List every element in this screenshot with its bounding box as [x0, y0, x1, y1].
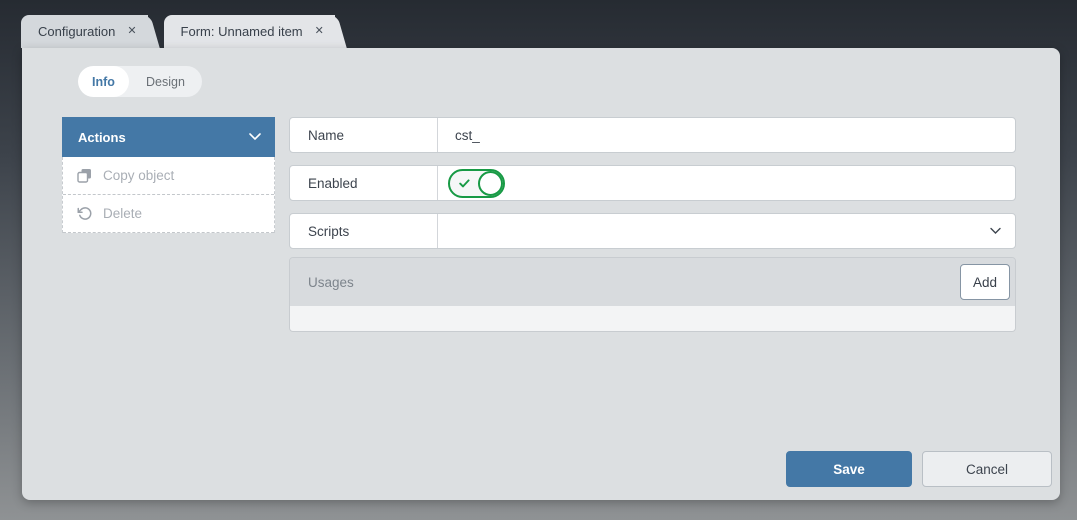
enabled-toggle[interactable]: [448, 169, 505, 198]
enabled-field-label: Enabled: [290, 166, 438, 200]
app-background: Configuration ✕ Form: Unnamed item ✕ Inf…: [0, 0, 1077, 520]
info-design-switch: Info Design: [78, 66, 202, 97]
actions-items: Copy object Delete: [62, 157, 275, 233]
tab-bar: Configuration ✕ Form: Unnamed item ✕: [21, 15, 335, 48]
actions-menu: Actions Copy object: [62, 117, 275, 233]
tab-form-unnamed-item[interactable]: Form: Unnamed item ✕: [164, 15, 335, 48]
actions-label: Actions: [78, 130, 126, 145]
name-field-row: Name: [289, 117, 1016, 153]
add-usage-button[interactable]: Add: [960, 264, 1010, 300]
name-field-label: Name: [290, 118, 438, 152]
close-icon[interactable]: ✕: [312, 24, 327, 39]
tab-configuration[interactable]: Configuration ✕: [21, 15, 148, 48]
check-icon: [459, 179, 470, 188]
name-field-value: [438, 118, 1015, 152]
tab-info-label: Info: [92, 75, 115, 89]
scripts-select[interactable]: [438, 214, 1015, 248]
chevron-down-icon: [990, 228, 1001, 235]
actions-dropdown-button[interactable]: Actions: [62, 117, 275, 157]
chevron-down-icon: [249, 133, 261, 141]
menu-item-label: Delete: [103, 206, 142, 221]
tab-info[interactable]: Info: [78, 66, 129, 97]
tab-form-label: Form: Unnamed item: [181, 24, 303, 39]
name-input[interactable]: [438, 118, 1015, 152]
usages-header: Usages Add: [290, 258, 1015, 306]
enabled-field-row: Enabled: [289, 165, 1016, 201]
toggle-knob: [478, 171, 503, 196]
usages-title: Usages: [308, 275, 354, 290]
scripts-field-row: Scripts: [289, 213, 1016, 249]
save-button[interactable]: Save: [786, 451, 912, 487]
tab-configuration-label: Configuration: [38, 24, 115, 39]
undo-icon: [77, 206, 92, 221]
close-icon[interactable]: ✕: [124, 24, 139, 39]
menu-item-delete[interactable]: Delete: [63, 195, 274, 233]
tab-design[interactable]: Design: [129, 66, 202, 97]
tab-design-label: Design: [146, 75, 185, 89]
cancel-button[interactable]: Cancel: [922, 451, 1052, 487]
form-editor-panel: Info Design Actions Copy object: [22, 48, 1060, 500]
scripts-field-label: Scripts: [290, 214, 438, 248]
menu-item-label: Copy object: [103, 168, 174, 183]
usages-section: Usages Add: [289, 257, 1016, 332]
enabled-field-value: [438, 166, 1015, 200]
copy-icon: [77, 168, 92, 183]
form-fields: Name Enabled Scripts: [289, 117, 1016, 249]
usages-empty-list: [290, 306, 1015, 331]
menu-item-copy-object[interactable]: Copy object: [63, 157, 274, 195]
